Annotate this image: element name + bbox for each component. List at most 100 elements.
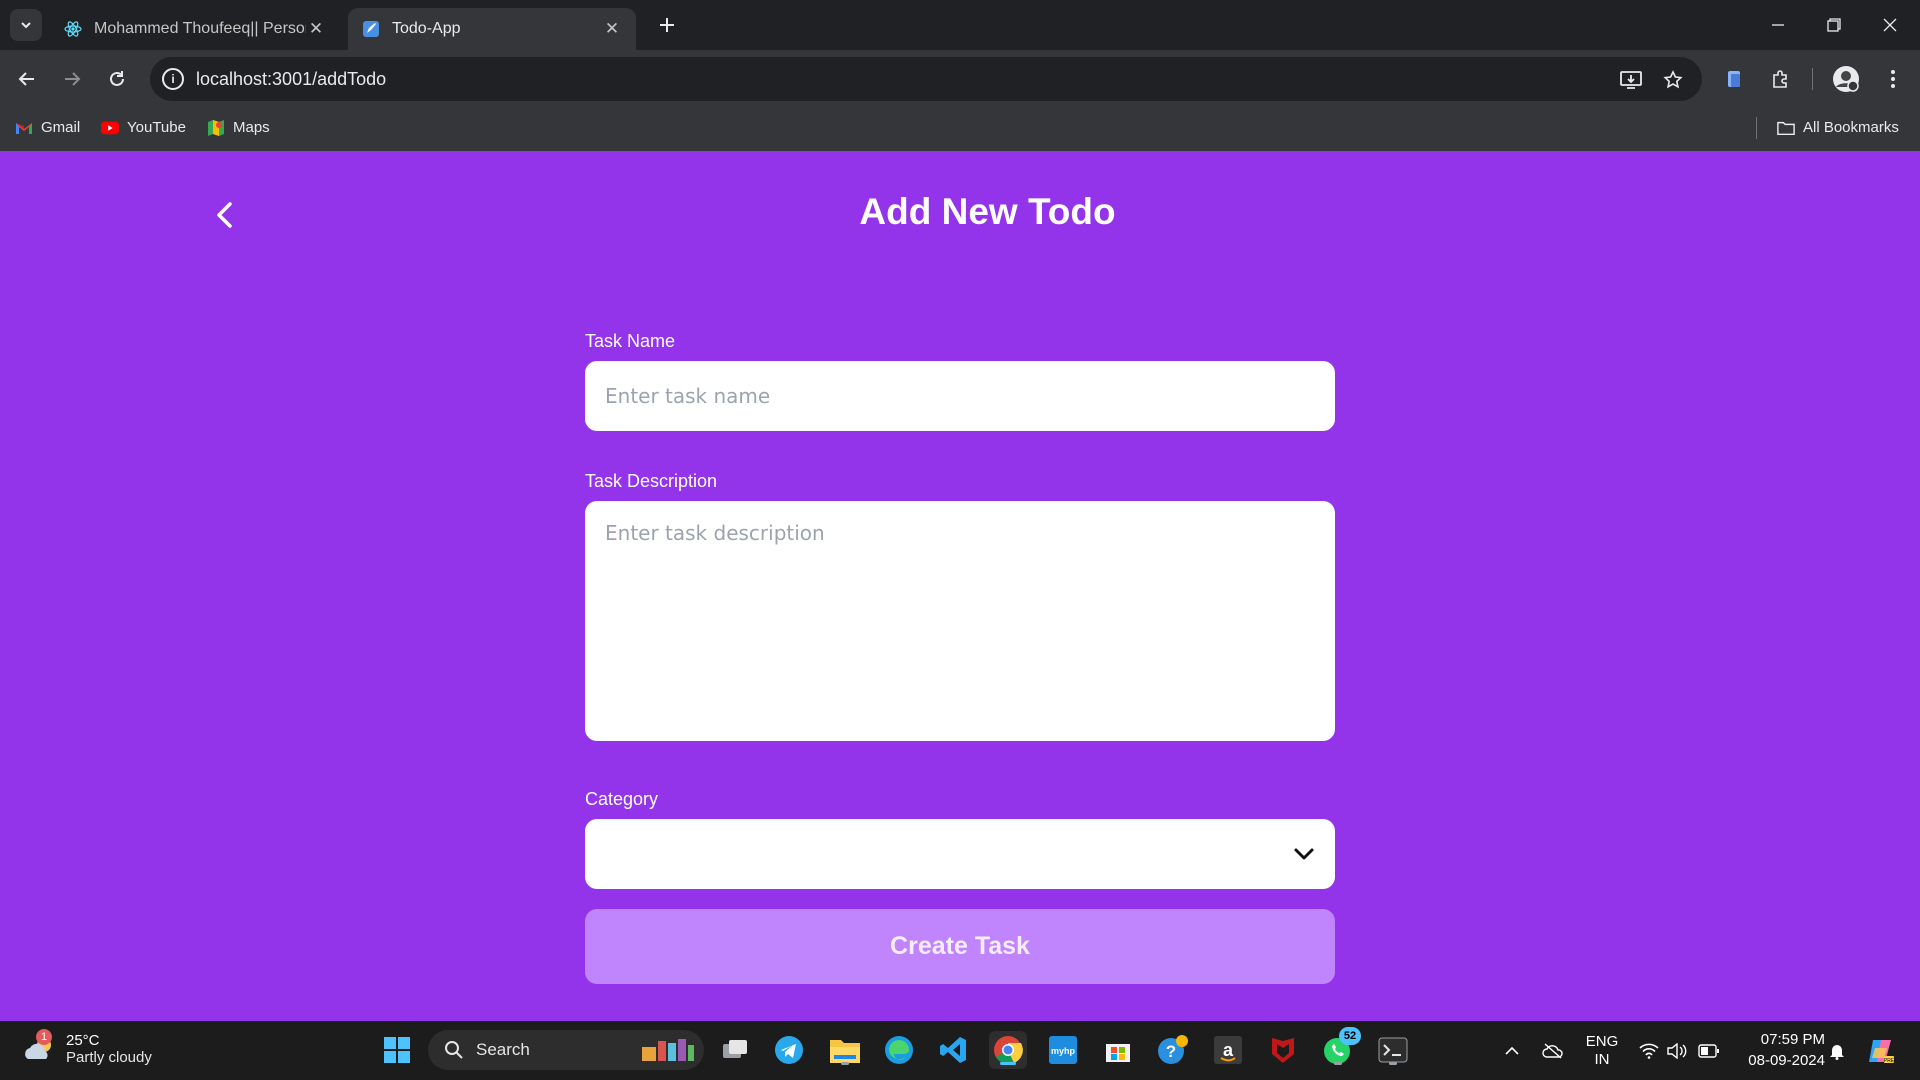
start-button[interactable] xyxy=(378,1031,416,1069)
restore-button[interactable] xyxy=(1806,0,1862,50)
myhp-button[interactable]: myhp xyxy=(1044,1031,1082,1069)
youtube-icon xyxy=(101,120,119,136)
task-description-input[interactable] xyxy=(585,501,1335,741)
store-icon xyxy=(1106,1044,1130,1062)
language-indicator[interactable]: ENG IN xyxy=(1580,1021,1624,1080)
mcafee-button[interactable] xyxy=(1264,1031,1302,1069)
show-hidden-icons-button[interactable] xyxy=(1498,1021,1526,1080)
extension-button[interactable] xyxy=(1718,62,1752,96)
tab-search-button[interactable] xyxy=(10,9,42,41)
help-icon: ? xyxy=(1158,1035,1188,1064)
url-text[interactable]: localhost:3001/addTodo xyxy=(196,69,386,90)
vscode-button[interactable] xyxy=(934,1031,972,1069)
wifi-status[interactable] xyxy=(1636,1021,1662,1080)
all-bookmarks-button[interactable]: All Bookmarks xyxy=(1777,119,1899,136)
telegram-button[interactable] xyxy=(770,1031,808,1069)
speaker-icon xyxy=(1667,1042,1687,1059)
telegram-icon xyxy=(775,1036,803,1064)
taskbar-search[interactable]: Search xyxy=(428,1030,704,1070)
new-tab-button[interactable] xyxy=(652,10,682,40)
clock[interactable]: 07:59 PM 08-09-2024 xyxy=(1735,1029,1825,1071)
close-tab-icon[interactable]: ✕ xyxy=(602,19,622,39)
running-indicator xyxy=(1334,1062,1342,1065)
battery-status[interactable] xyxy=(1694,1021,1724,1080)
react-icon xyxy=(64,20,82,38)
close-tab-icon[interactable]: ✕ xyxy=(306,19,326,39)
chevron-down-icon xyxy=(21,22,31,29)
gmail-icon xyxy=(15,120,33,136)
edge-icon xyxy=(885,1036,913,1064)
task-view-icon xyxy=(723,1040,747,1058)
svg-text:myhp: myhp xyxy=(1051,1046,1076,1056)
mcafee-shield-icon xyxy=(1272,1038,1294,1063)
minimize-button[interactable] xyxy=(1750,0,1806,50)
create-task-button[interactable]: Create Task xyxy=(585,909,1335,984)
amazon-button[interactable]: a xyxy=(1209,1031,1247,1069)
get-help-button[interactable]: ? xyxy=(1154,1031,1192,1069)
menu-button[interactable] xyxy=(1876,62,1910,96)
site-info-icon[interactable]: i xyxy=(162,68,184,90)
terminal-icon xyxy=(1378,1037,1408,1063)
whatsapp-button[interactable]: 52 xyxy=(1319,1027,1361,1069)
arrow-right-icon xyxy=(65,72,81,86)
volume-status[interactable] xyxy=(1664,1021,1690,1080)
task-name-input[interactable] xyxy=(585,361,1335,431)
category-select[interactable] xyxy=(585,819,1335,889)
arrow-left-icon xyxy=(18,72,34,86)
close-window-button[interactable] xyxy=(1862,0,1918,50)
date: 08-09-2024 xyxy=(1748,1052,1825,1069)
battery-icon xyxy=(1698,1043,1719,1058)
address-bar[interactable]: i localhost:3001/addTodo xyxy=(150,57,1702,101)
myhp-icon: myhp xyxy=(1049,1036,1077,1064)
task-view-button[interactable] xyxy=(716,1031,754,1069)
bookmark-star-icon[interactable] xyxy=(1660,67,1686,93)
install-app-icon[interactable] xyxy=(1618,67,1644,93)
bell-icon xyxy=(1830,1044,1844,1060)
chrome-button[interactable] xyxy=(989,1031,1027,1069)
onedrive-button[interactable] xyxy=(1538,1021,1568,1080)
profile-button[interactable] xyxy=(1829,62,1863,96)
edge-button[interactable] xyxy=(880,1031,918,1069)
file-explorer-button[interactable] xyxy=(826,1031,864,1069)
restore-icon xyxy=(1827,18,1841,32)
bookmark-gmail[interactable]: Gmail xyxy=(15,119,80,136)
wifi-icon xyxy=(1639,1043,1659,1059)
plus-icon xyxy=(660,18,674,32)
copilot-button[interactable]: PRE xyxy=(1862,1021,1898,1080)
minimize-icon xyxy=(1772,24,1784,26)
tab-title: Todo-App xyxy=(392,20,461,37)
folder-icon xyxy=(1777,120,1795,136)
notifications-button[interactable] xyxy=(1824,1021,1850,1080)
forward-button[interactable] xyxy=(55,62,89,96)
back-button[interactable] xyxy=(10,62,44,96)
chevron-down-icon xyxy=(1294,848,1314,860)
close-icon xyxy=(1883,18,1897,32)
more-vert-icon xyxy=(1891,70,1895,88)
reload-button[interactable] xyxy=(100,62,134,96)
extensions-button[interactable] xyxy=(1764,62,1798,96)
partly-cloudy-icon: 1 xyxy=(22,1029,58,1067)
search-icon xyxy=(445,1041,463,1059)
todo-app-icon xyxy=(362,20,380,38)
add-todo-page: Add New Todo Task Name Task Description … xyxy=(0,151,1920,1021)
tab-strip: Mohammed Thoufeeq|| Personal ✕ Todo-App … xyxy=(0,0,1920,50)
svg-text:PRE: PRE xyxy=(1884,1058,1895,1064)
category-label: Category xyxy=(585,789,659,809)
tab-portfolio[interactable]: Mohammed Thoufeeq|| Personal ✕ xyxy=(50,8,340,50)
bookmark-maps[interactable]: Maps xyxy=(207,119,270,136)
copilot-icon: PRE xyxy=(1869,1039,1895,1064)
tab-todo-app[interactable]: Todo-App ✕ xyxy=(348,8,636,50)
weather-widget[interactable]: 1 25°C Partly cloudy xyxy=(22,1029,152,1067)
microsoft-store-button[interactable] xyxy=(1099,1031,1137,1069)
windows-taskbar: 1 25°C Partly cloudy Search myhp ? a 52 … xyxy=(0,1021,1920,1080)
terminal-button[interactable] xyxy=(1374,1031,1412,1069)
cloud-off-icon xyxy=(1542,1042,1563,1059)
running-indicator xyxy=(1389,1062,1397,1065)
bookmark-youtube[interactable]: YouTube xyxy=(101,119,186,136)
task-name-label: Task Name xyxy=(585,331,676,351)
search-highlight-icon xyxy=(642,1039,694,1061)
browser-toolbar: i localhost:3001/addTodo xyxy=(0,50,1920,108)
running-indicator xyxy=(841,1062,849,1065)
folder-icon xyxy=(830,1040,860,1063)
tab-title: Mohammed Thoufeeq|| Personal xyxy=(94,20,306,37)
